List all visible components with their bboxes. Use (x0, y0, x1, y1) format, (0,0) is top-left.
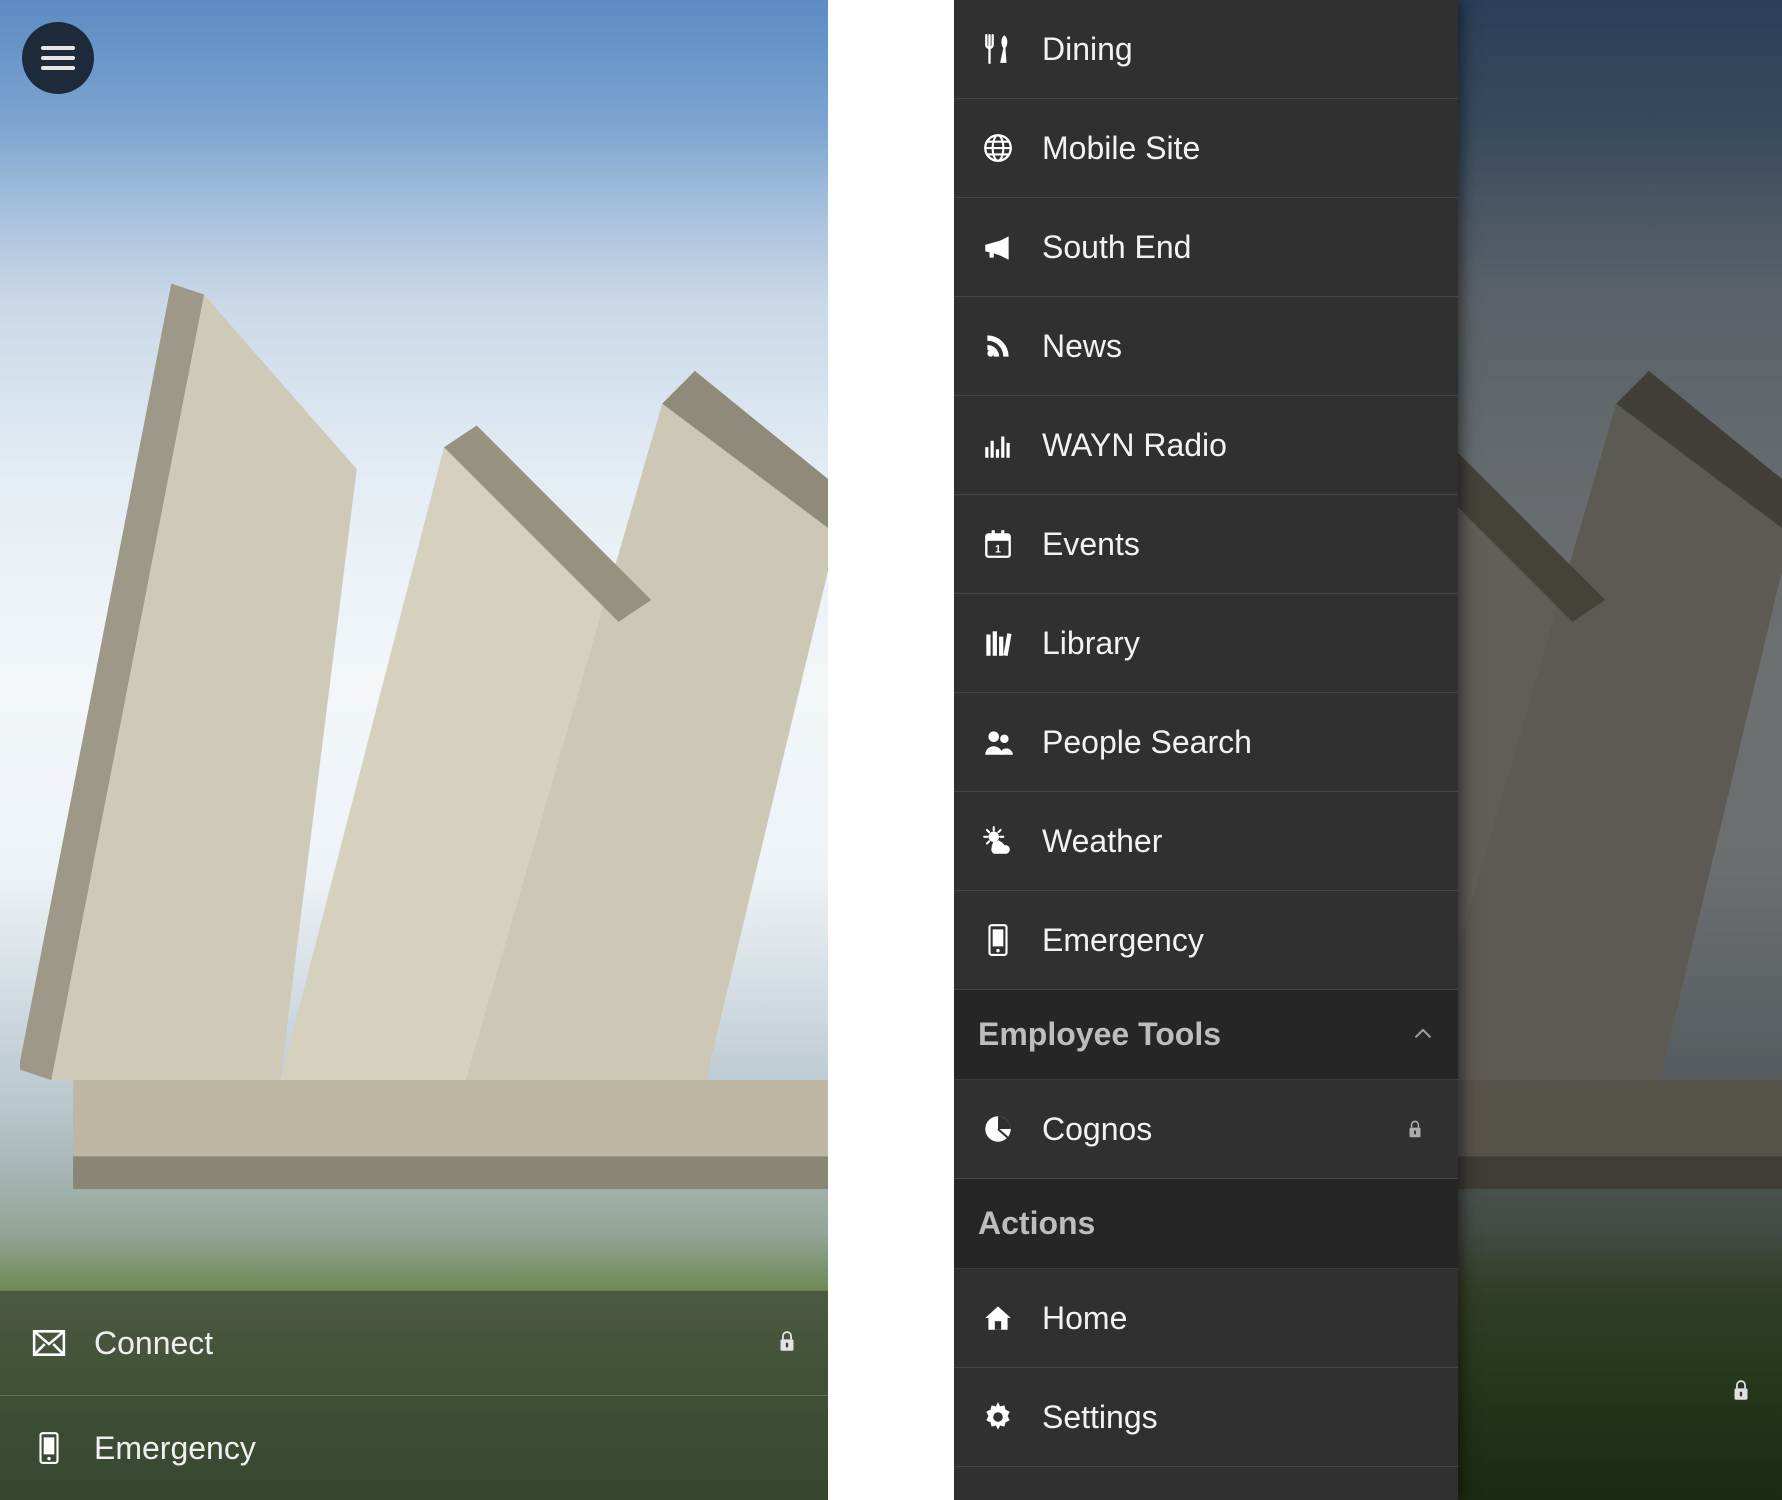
nav-item-label: Emergency (1042, 922, 1434, 959)
home-quick-actions: Connect Emergency (0, 1290, 828, 1500)
section-title: Employee Tools (978, 1016, 1412, 1053)
nav-item-south-end[interactable]: South End (954, 198, 1458, 297)
section-title: Actions (978, 1205, 1434, 1242)
weather-icon (974, 824, 1022, 858)
nav-item-dining[interactable]: Dining (954, 0, 1458, 99)
background-photo (0, 0, 828, 1500)
nav-item-emergency[interactable]: Emergency (954, 891, 1458, 990)
quick-action-label: Connect (94, 1325, 213, 1362)
nav-item-label: Dining (1042, 31, 1434, 68)
library-icon (974, 626, 1022, 660)
nav-item-label: Mobile Site (1042, 130, 1434, 167)
lock-icon (1728, 1377, 1754, 1408)
nav-item-events[interactable]: Events (954, 495, 1458, 594)
nav-item-label: South End (1042, 229, 1434, 266)
lock-icon (1396, 1118, 1434, 1140)
dining-icon (974, 32, 1022, 66)
hamburger-icon (41, 56, 75, 60)
nav-item-label: Settings (1042, 1399, 1434, 1436)
nav-item-weather[interactable]: Weather (954, 792, 1458, 891)
phone-icon (28, 1431, 70, 1465)
hamburger-menu-button[interactable] (22, 22, 94, 94)
quick-action-connect[interactable]: Connect (0, 1290, 828, 1395)
nav-item-library[interactable]: Library (954, 594, 1458, 693)
nav-item-label: People Search (1042, 724, 1434, 761)
piechart-icon (974, 1112, 1022, 1146)
chevron-up-icon (1412, 1016, 1434, 1053)
nav-item-home[interactable]: Home (954, 1269, 1458, 1368)
quick-action-emergency[interactable]: Emergency (0, 1395, 828, 1500)
nav-item-cognos[interactable]: Cognos (954, 1080, 1458, 1179)
mail-icon (28, 1326, 70, 1360)
nav-section-actions: Actions (954, 1179, 1458, 1269)
globe-icon (974, 131, 1022, 165)
nav-item-label: Library (1042, 625, 1434, 662)
nav-item-label: News (1042, 328, 1434, 365)
phone-icon (974, 923, 1022, 957)
quick-action-label: Emergency (94, 1430, 256, 1467)
rss-icon (974, 329, 1022, 363)
nav-item-label: Cognos (1042, 1111, 1396, 1148)
nav-item-settings[interactable]: Settings (954, 1368, 1458, 1467)
nav-item-label: Events (1042, 526, 1434, 563)
nav-item-label: Home (1042, 1300, 1434, 1337)
nav-item-about[interactable]: About (954, 1467, 1458, 1500)
nav-item-label: Weather (1042, 823, 1434, 860)
calendar-icon (974, 527, 1022, 561)
nav-item-news[interactable]: News (954, 297, 1458, 396)
nav-item-wayn-radio[interactable]: WAYN Radio (954, 396, 1458, 495)
left-screenshot: Connect Emergency (0, 0, 828, 1500)
nav-item-people-search[interactable]: People Search (954, 693, 1458, 792)
megaphone-icon (974, 230, 1022, 264)
lock-icon (774, 1325, 800, 1362)
nav-item-label: WAYN Radio (1042, 427, 1434, 464)
home-icon (974, 1301, 1022, 1335)
nav-section-employee-tools[interactable]: Employee Tools (954, 990, 1458, 1080)
equalizer-icon (974, 428, 1022, 462)
right-screenshot: Dining Mobile Site South End News WAYN R… (954, 0, 1782, 1500)
people-icon (974, 725, 1022, 759)
nav-item-mobile-site[interactable]: Mobile Site (954, 99, 1458, 198)
gear-icon (974, 1400, 1022, 1434)
nav-drawer: Dining Mobile Site South End News WAYN R… (954, 0, 1458, 1500)
